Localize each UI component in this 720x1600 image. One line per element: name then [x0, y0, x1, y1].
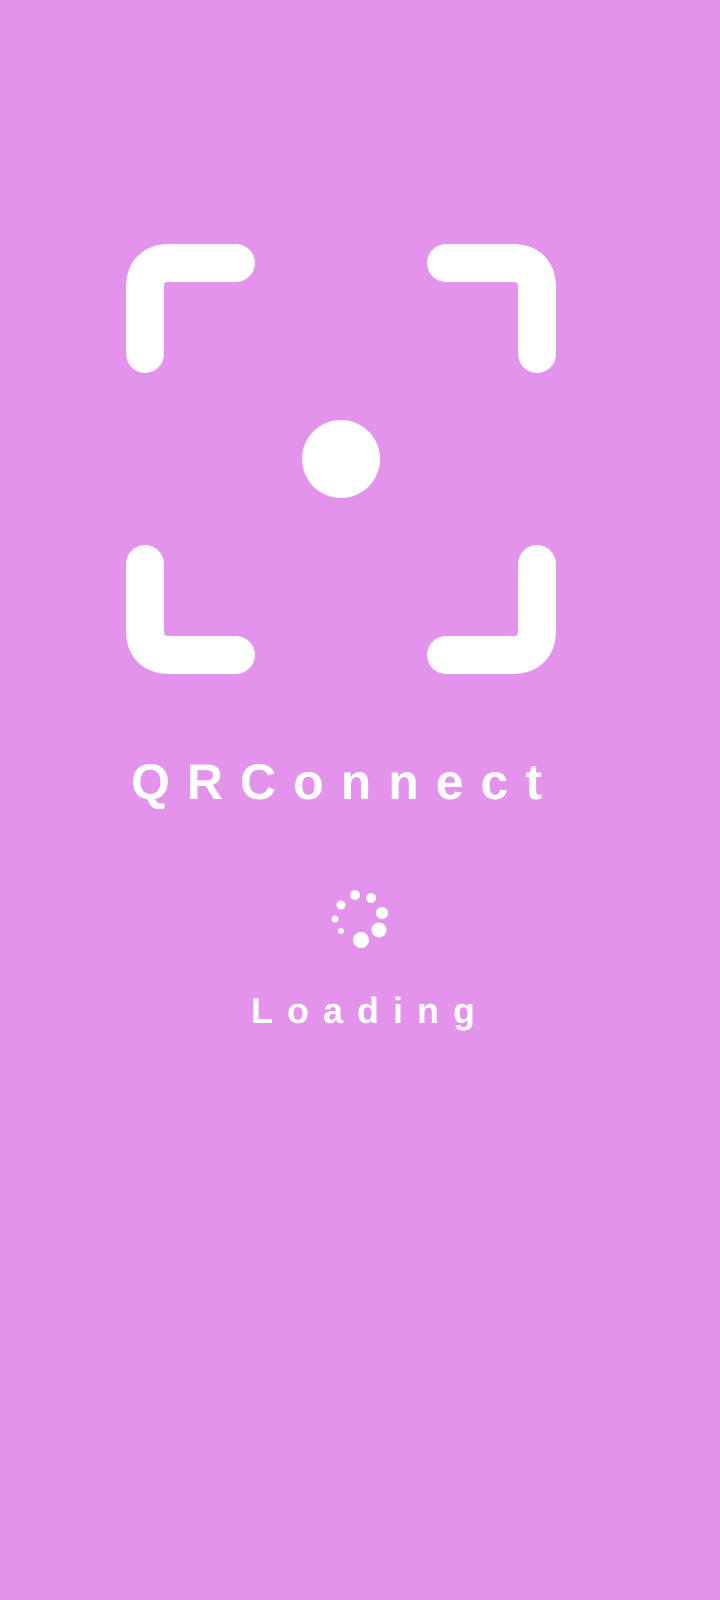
- scanner-corner-top-left: [126, 244, 255, 373]
- scanner-corner-bottom-left: [126, 545, 255, 674]
- scanner-corner-top-right: [427, 244, 556, 373]
- loading-status-text: Loading: [251, 990, 489, 1031]
- scanner-corner-bottom-right: [427, 545, 556, 674]
- scanner-center-dot: [302, 420, 380, 498]
- qr-scanner-frame-icon: [126, 244, 556, 674]
- app-name: QRConnect: [131, 754, 559, 810]
- splash-screen: { "app": { "name": "QRConnect", "logo_ic…: [0, 0, 720, 1600]
- loading-spinner-icon: [330, 890, 390, 950]
